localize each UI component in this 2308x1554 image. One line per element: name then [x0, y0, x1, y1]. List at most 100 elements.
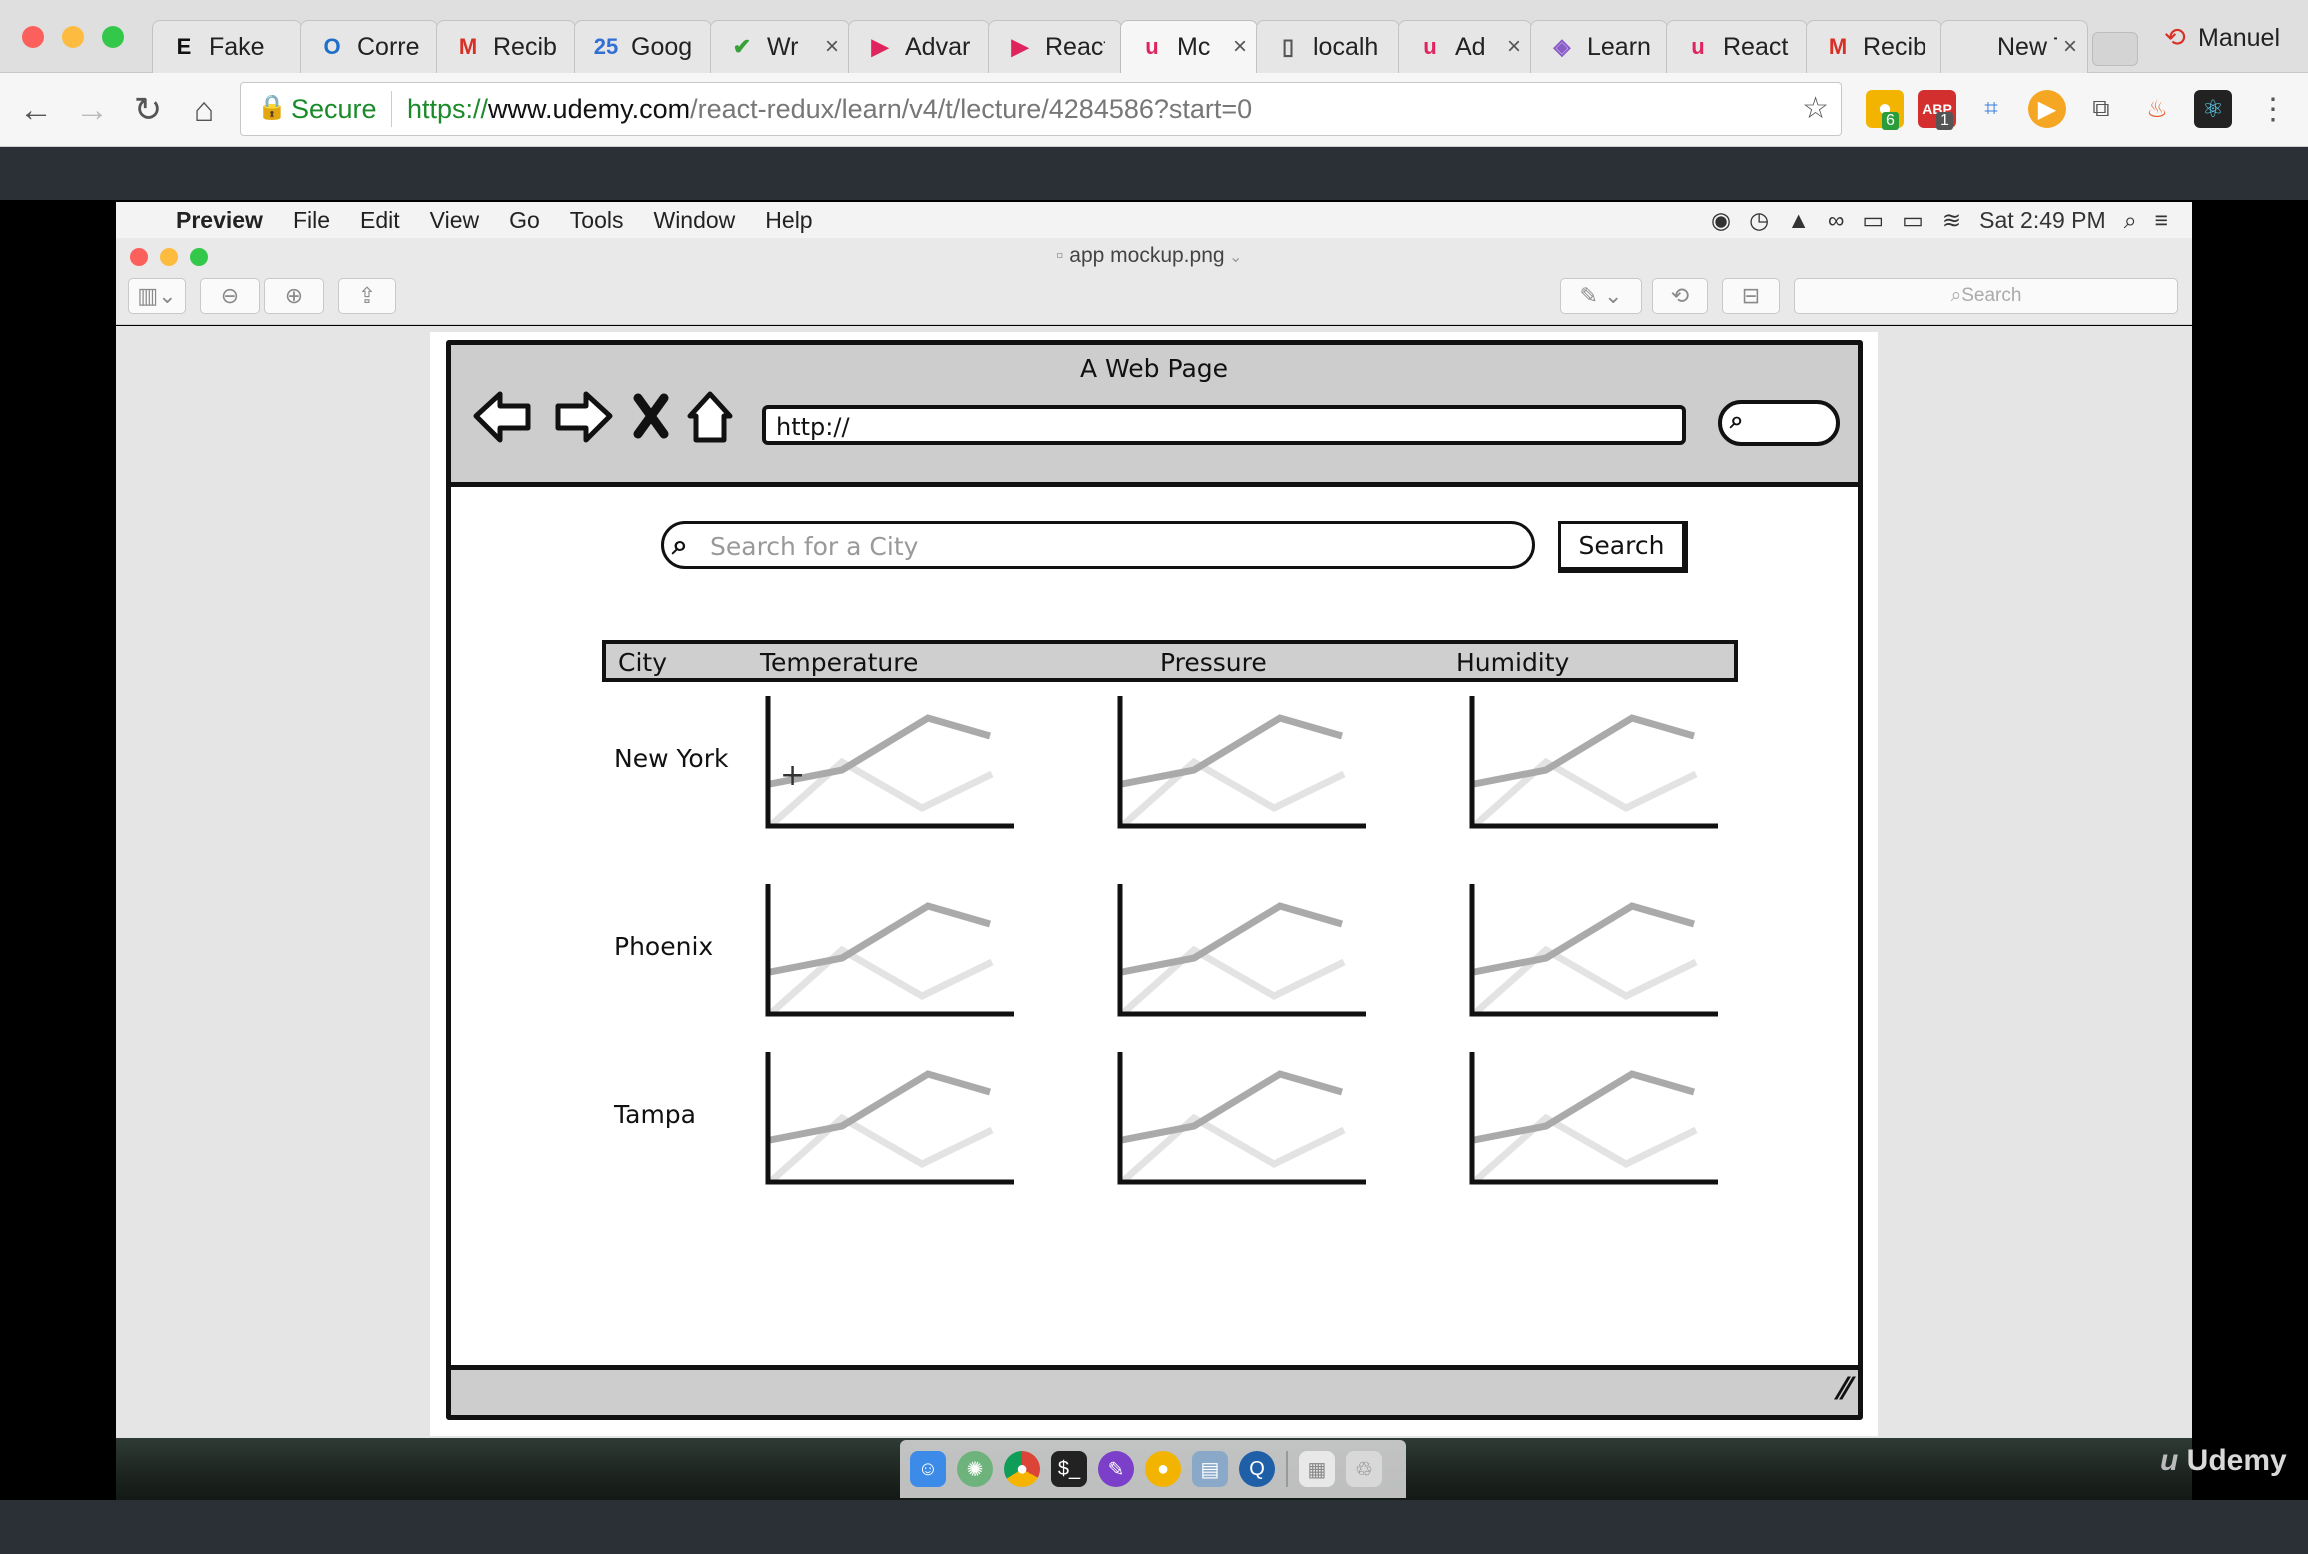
- browser-tab[interactable]: 25 Goog: [574, 20, 712, 73]
- quicktime-icon[interactable]: Q: [1239, 1451, 1275, 1487]
- rotate-button[interactable]: ⟲: [1652, 278, 1708, 314]
- sparkline-line: [1121, 1070, 1343, 1144]
- browser-tab[interactable]: u Mc ×: [1120, 20, 1258, 73]
- rotate-icon: ⟲: [1670, 283, 1690, 308]
- zoom-in-button[interactable]: ⊕: [264, 278, 324, 314]
- tab-close-icon[interactable]: ×: [1233, 33, 1247, 61]
- menu-item[interactable]: Go: [509, 207, 540, 234]
- zoom-out-button[interactable]: ⊖: [200, 278, 260, 314]
- record-icon[interactable]: ◉: [1711, 207, 1731, 234]
- menu-item[interactable]: Edit: [360, 207, 400, 234]
- menu-item[interactable]: View: [430, 207, 479, 234]
- chrome-canary-icon[interactable]: ●: [1145, 1451, 1181, 1487]
- mockup-back-icon: [473, 391, 531, 443]
- drive-icon[interactable]: ▲: [1787, 207, 1810, 234]
- menu-kebab-icon[interactable]: ⋮: [2254, 90, 2292, 128]
- profile-name[interactable]: Manuel: [2198, 24, 2280, 53]
- sparkline-axes: [1469, 1052, 1718, 1185]
- cast-icon[interactable]: ⧉: [2082, 90, 2120, 128]
- menu-item[interactable]: Help: [765, 207, 812, 234]
- airplay-icon[interactable]: ▭: [1862, 207, 1884, 234]
- browser-tab[interactable]: O Corre: [300, 20, 438, 73]
- document-title[interactable]: ▫ app mockup.png ⌄: [1056, 244, 1242, 268]
- mockup-header-search: ⌕: [1718, 400, 1840, 446]
- tab-label: Fake: [209, 32, 265, 61]
- timer-icon[interactable]: ◷: [1749, 207, 1769, 234]
- browser-tab[interactable]: u React: [1666, 20, 1808, 73]
- browser-tab[interactable]: E Fake: [152, 20, 302, 73]
- preview-search-placeholder: Search: [1961, 285, 2022, 306]
- city-search-input[interactable]: Search for a City: [661, 521, 1535, 569]
- forward-button[interactable]: →: [72, 90, 112, 130]
- tab-close-icon[interactable]: ×: [2063, 33, 2077, 61]
- battery-icon[interactable]: ▭: [1902, 207, 1924, 234]
- sparkline-ghost-line: [1471, 1113, 1698, 1185]
- browser-tab[interactable]: ◈ Learn: [1530, 20, 1668, 73]
- window-minimize-button[interactable]: [62, 26, 84, 48]
- browser-tab[interactable]: u Ad ×: [1398, 20, 1532, 73]
- browser-tab[interactable]: M Recib: [436, 20, 576, 73]
- arrow-left-icon: ←: [19, 90, 53, 129]
- share-button[interactable]: ⇪: [338, 278, 396, 314]
- sidebar-toggle-button[interactable]: ▥⌄: [128, 278, 186, 314]
- bookmark-star-icon[interactable]: ☆: [1802, 91, 1829, 126]
- documents-folder-icon[interactable]: ▦: [1299, 1451, 1335, 1487]
- preview-minimize-button[interactable]: [160, 248, 178, 266]
- preview-search-field[interactable]: ⌕ Search: [1794, 278, 2178, 314]
- sparkline-pressure: [1117, 696, 1366, 829]
- menu-item[interactable]: Window: [653, 207, 735, 234]
- tab-close-icon[interactable]: ×: [1507, 33, 1521, 61]
- tab-close-icon[interactable]: ×: [825, 33, 839, 61]
- browser-tab[interactable]: ▶ React: [988, 20, 1122, 73]
- tab-favicon-icon: [1957, 32, 1987, 62]
- window-close-button[interactable]: [22, 26, 44, 48]
- launchpad-icon[interactable]: ✺: [957, 1451, 993, 1487]
- extension-page-icon[interactable]: ⌗: [1972, 90, 2010, 128]
- glasses-icon[interactable]: ∞: [1828, 207, 1844, 234]
- back-button[interactable]: ←: [16, 90, 56, 130]
- preview-close-button[interactable]: [130, 248, 148, 266]
- wifi-icon[interactable]: ≋: [1942, 207, 1961, 234]
- browser-tab[interactable]: ✔ Wr ×: [710, 20, 850, 73]
- markup-button[interactable]: ✎ ⌄: [1560, 278, 1642, 314]
- notification-center-icon[interactable]: ≡: [2155, 207, 2168, 234]
- extension-play-icon[interactable]: ▶: [2028, 90, 2066, 128]
- toolbox-button[interactable]: ⊟: [1722, 278, 1780, 314]
- clock[interactable]: Sat 2:49 PM: [1979, 207, 2106, 234]
- react-devtools-icon[interactable]: ⚛: [2194, 90, 2232, 128]
- chrome-tab-bar: E Fake O Corre M Recib 25 Goog ✔ Wr × ▶ Advar ▶ React u…: [0, 0, 2308, 73]
- menu-item[interactable]: File: [293, 207, 330, 234]
- preview-app-icon[interactable]: ▤: [1192, 1451, 1228, 1487]
- browser-tab[interactable]: M Recib: [1806, 20, 1942, 73]
- browser-tab[interactable]: ▯ localh: [1256, 20, 1400, 73]
- url-text[interactable]: https://www.udemy.com/react-redux/learn/…: [407, 94, 1252, 125]
- browser-tab[interactable]: New T×: [1940, 20, 2088, 73]
- editor-icon[interactable]: ✎: [1098, 1451, 1134, 1487]
- mockup-browser-footer: ⁄⁄: [451, 1365, 1858, 1415]
- spotlight-icon[interactable]: ⌕: [2124, 207, 2137, 234]
- search-icon: ⌕: [1950, 285, 1962, 306]
- home-button[interactable]: ⌂: [184, 90, 224, 130]
- weather-table-header: City Temperature Pressure Humidity: [602, 640, 1738, 682]
- address-bar[interactable]: 🔒 Secure https://www.udemy.com/react-red…: [240, 82, 1842, 136]
- finder-icon[interactable]: ☺: [910, 1451, 946, 1487]
- sparkline-line: [1121, 902, 1343, 976]
- sync-icon[interactable]: ⟲: [2164, 22, 2186, 53]
- tab-label: Corre: [357, 32, 420, 61]
- new-tab-button[interactable]: [2092, 32, 2138, 66]
- extension-fire-icon[interactable]: ♨: [2138, 90, 2176, 128]
- chrome-icon[interactable]: ●: [1004, 1451, 1040, 1487]
- window-zoom-button[interactable]: [102, 26, 124, 48]
- search-button[interactable]: Search: [1558, 521, 1688, 573]
- browser-tab[interactable]: ▶ Advar: [848, 20, 990, 73]
- preview-zoom-button[interactable]: [190, 248, 208, 266]
- menu-item[interactable]: Tools: [570, 207, 624, 234]
- url-path: /react-redux/learn/v4/t/lecture/4284586?…: [690, 94, 1253, 124]
- trash-icon[interactable]: ♲: [1346, 1451, 1382, 1487]
- tab-favicon-icon: M: [1828, 34, 1848, 59]
- terminal-icon[interactable]: $_: [1051, 1451, 1087, 1487]
- app-name[interactable]: Preview: [176, 207, 263, 234]
- reload-button[interactable]: ↻: [128, 90, 168, 130]
- city-name: New York: [614, 744, 729, 773]
- column-temperature: Temperature: [760, 648, 919, 677]
